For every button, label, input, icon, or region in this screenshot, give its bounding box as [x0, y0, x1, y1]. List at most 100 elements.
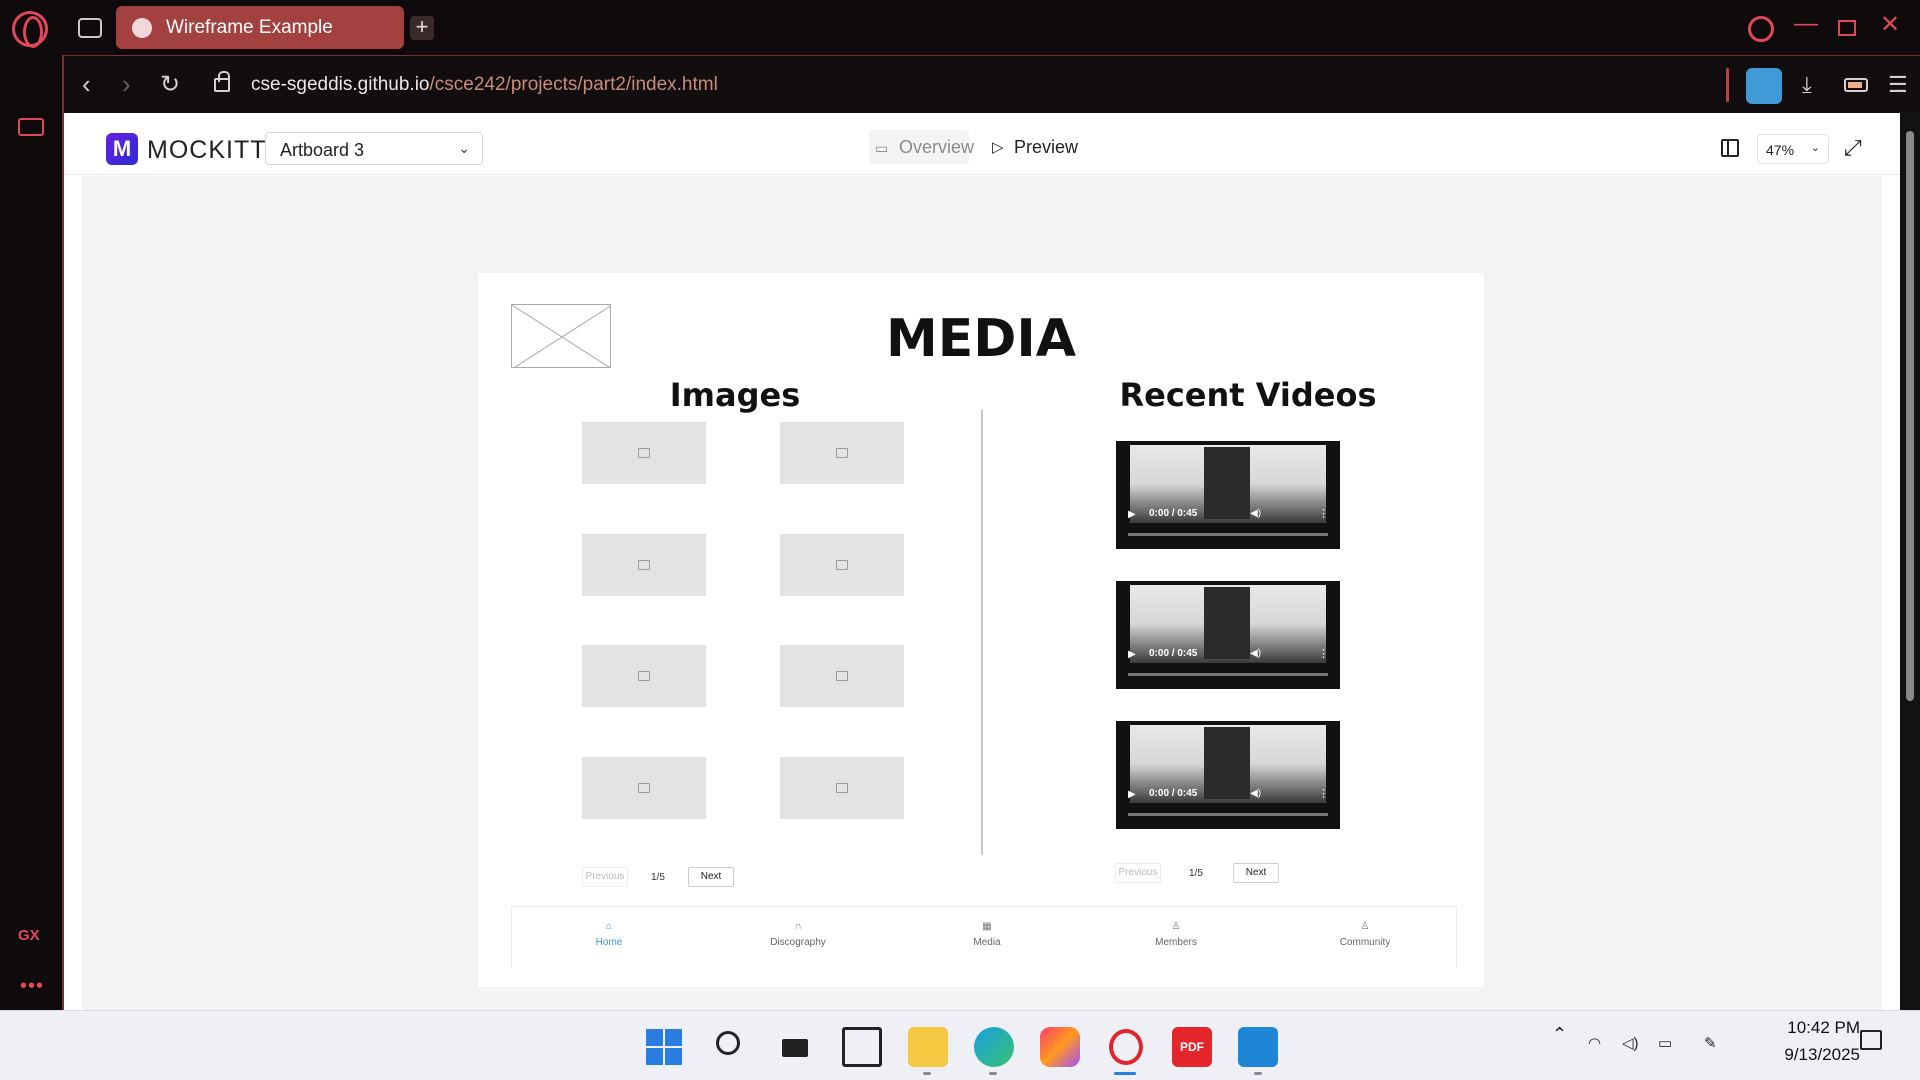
video-time: 0:00 / 0:45: [1149, 508, 1198, 519]
image-icon: [836, 448, 848, 458]
layout-toggle-icon[interactable]: [1721, 139, 1739, 157]
page-viewport: M MOCKITT Artboard 3 ⌄ ▭ Overview ▷ Prev…: [64, 113, 1900, 1010]
image-placeholder[interactable]: [582, 645, 706, 707]
task-view-icon[interactable]: [776, 1027, 816, 1067]
tab-islands-icon[interactable]: [78, 18, 102, 38]
windows-start-icon[interactable]: [644, 1027, 684, 1067]
nav-item-label: Members: [1155, 937, 1197, 948]
minimize-icon[interactable]: —: [1794, 10, 1818, 38]
mockitt-logo-icon: M: [106, 133, 138, 165]
user-icon: ♙: [1171, 921, 1181, 932]
nav-item-label: Home: [595, 937, 623, 948]
search-icon[interactable]: [1748, 16, 1774, 42]
file-explorer-icon[interactable]: [908, 1027, 948, 1067]
volume-icon[interactable]: ◀): [1250, 648, 1261, 659]
easy-setup-icon[interactable]: ☰: [1888, 72, 1908, 98]
videos-next-button[interactable]: Next: [1233, 863, 1279, 883]
page-title: MEDIA: [885, 309, 1077, 369]
nav-item-media[interactable]: ▦ Media: [927, 921, 1047, 948]
new-tab-button[interactable]: +: [410, 16, 434, 40]
pen-icon[interactable]: ✎: [1704, 1034, 1717, 1052]
edge-browser-icon[interactable]: [974, 1027, 1014, 1067]
chevron-up-icon[interactable]: ⌃: [1552, 1024, 1567, 1045]
profile-avatar[interactable]: [1746, 68, 1782, 104]
opera-gx-icon[interactable]: [1106, 1027, 1146, 1067]
more-options-icon[interactable]: •••: [20, 975, 44, 998]
image-icon: ▦: [982, 921, 992, 932]
reload-icon[interactable]: ↻: [160, 70, 180, 99]
opera-gx-logo-icon[interactable]: [12, 11, 48, 48]
book-icon: ▭: [875, 140, 889, 156]
image-placeholder[interactable]: [780, 422, 904, 484]
image-placeholder[interactable]: [582, 422, 706, 484]
notification-icon[interactable]: [1860, 1030, 1882, 1050]
images-next-button[interactable]: Next: [688, 867, 734, 887]
forward-arrow-icon[interactable]: ›: [122, 69, 131, 100]
video-player[interactable]: ▶ 0:00 / 0:45 ◀) ⋮: [1116, 441, 1340, 549]
creative-cloud-icon[interactable]: [1040, 1027, 1080, 1067]
nav-item-discography[interactable]: ∩ Discography: [738, 921, 858, 948]
volume-icon[interactable]: ◁): [1622, 1034, 1639, 1052]
bottom-navigation: ⌂ Home ∩ Discography ▦ Media ♙ Members ♙: [511, 906, 1457, 968]
nav-item-label: Media: [973, 937, 1001, 948]
volume-icon[interactable]: ◀): [1250, 788, 1261, 799]
play-icon: ▷: [992, 139, 1004, 156]
image-placeholder[interactable]: [582, 757, 706, 819]
lock-icon[interactable]: [214, 71, 230, 92]
image-placeholder[interactable]: [582, 534, 706, 596]
search-icon[interactable]: [710, 1027, 750, 1067]
artboard: MEDIA Images Recent Videos ▶ 0:00 / 0:45…: [478, 273, 1484, 987]
headphones-icon: ∩: [794, 921, 802, 932]
video-time: 0:00 / 0:45: [1149, 788, 1198, 799]
vscode-icon[interactable]: [1238, 1027, 1278, 1067]
image-icon: [638, 671, 650, 681]
clock-date[interactable]: 9/13/2025: [1740, 1045, 1860, 1065]
videos-previous-button[interactable]: Previous: [1115, 863, 1161, 883]
wifi-icon[interactable]: ◠: [1588, 1034, 1601, 1052]
gx-corner-icon[interactable]: [18, 118, 44, 136]
zoom-dropdown[interactable]: 47% ⌄: [1757, 134, 1829, 164]
widgets-icon[interactable]: [842, 1027, 882, 1067]
play-icon[interactable]: ▶: [1128, 789, 1136, 800]
battery-saver-icon[interactable]: [1844, 78, 1868, 92]
images-previous-button[interactable]: Previous: [582, 867, 628, 887]
nav-item-community[interactable]: ♙ Community: [1305, 921, 1425, 948]
users-icon: ♙: [1360, 921, 1370, 932]
nav-item-members[interactable]: ♙ Members: [1116, 921, 1236, 948]
url-field[interactable]: cse-sgeddis.github.io/csce242/projects/p…: [251, 74, 718, 96]
preview-tab[interactable]: ▷ Preview: [986, 130, 1081, 164]
overview-tab[interactable]: ▭ Overview: [869, 130, 974, 164]
browser-tab[interactable]: Wireframe Example: [116, 6, 404, 49]
gx-control-button[interactable]: GX: [18, 927, 40, 944]
image-placeholder[interactable]: [780, 645, 904, 707]
download-icon[interactable]: ⤓: [1802, 72, 1812, 98]
play-icon[interactable]: ▶: [1128, 649, 1136, 660]
image-placeholder[interactable]: [780, 757, 904, 819]
more-vertical-icon[interactable]: ⋮: [1318, 507, 1329, 520]
close-icon[interactable]: ✕: [1880, 10, 1900, 39]
volume-icon[interactable]: ◀): [1250, 508, 1261, 519]
image-placeholder[interactable]: [780, 534, 904, 596]
fullscreen-icon[interactable]: ⤢: [1844, 135, 1862, 161]
more-vertical-icon[interactable]: ⋮: [1318, 787, 1329, 800]
battery-icon[interactable]: ▭: [1658, 1034, 1672, 1052]
video-progress-bar[interactable]: [1128, 533, 1328, 536]
video-progress-bar[interactable]: [1128, 813, 1328, 816]
play-icon[interactable]: ▶: [1128, 509, 1136, 520]
nav-item-home[interactable]: ⌂ Home: [549, 921, 669, 948]
video-player[interactable]: ▶ 0:00 / 0:45 ◀) ⋮: [1116, 581, 1340, 689]
more-vertical-icon[interactable]: ⋮: [1318, 647, 1329, 660]
video-player[interactable]: ▶ 0:00 / 0:45 ◀) ⋮: [1116, 721, 1340, 829]
video-progress-bar[interactable]: [1128, 673, 1328, 676]
maximize-icon[interactable]: [1838, 20, 1856, 36]
artboard-dropdown[interactable]: Artboard 3 ⌄: [265, 132, 483, 165]
clock-time[interactable]: 10:42 PM: [1740, 1018, 1860, 1038]
back-arrow-icon[interactable]: ‹: [82, 69, 91, 100]
pdf-app-icon[interactable]: PDF: [1172, 1027, 1212, 1067]
scrollbar-thumb[interactable]: [1906, 131, 1914, 701]
active-indicator: [1114, 1072, 1136, 1075]
page-scrollbar[interactable]: [1900, 113, 1920, 1010]
globe-icon: [132, 18, 152, 38]
url-host: cse-sgeddis.github.io: [251, 74, 430, 95]
browser-titlebar: Wireframe Example + — ✕: [0, 0, 1920, 55]
